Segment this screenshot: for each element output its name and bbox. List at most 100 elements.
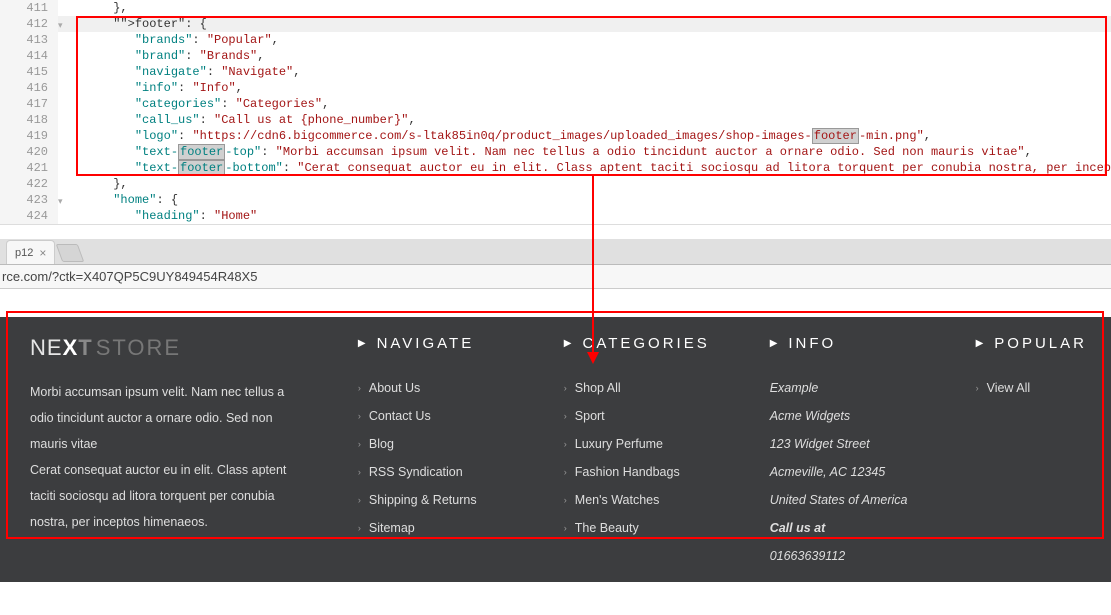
- code-content[interactable]: "text-footer-bottom": "Cerat consequat a…: [70, 160, 1111, 176]
- line-number: 415: [0, 64, 58, 80]
- code-line[interactable]: 423▾ "home": {: [0, 192, 1111, 208]
- footer-link[interactable]: ›Fashion Handbags: [564, 458, 722, 486]
- code-line[interactable]: 420 "text-footer-top": "Morbi accumsan i…: [0, 144, 1111, 160]
- line-number: 417: [0, 96, 58, 112]
- new-tab-button[interactable]: [56, 244, 85, 262]
- footer-link[interactable]: ›Sport: [564, 402, 722, 430]
- chevron-right-icon: ›: [358, 458, 361, 486]
- chevron-right-icon: ›: [564, 402, 567, 430]
- code-content[interactable]: },: [70, 0, 1111, 16]
- code-content[interactable]: "brands": "Popular",: [70, 32, 1111, 48]
- code-line[interactable]: 415 "navigate": "Navigate",: [0, 64, 1111, 80]
- code-content[interactable]: "home": {: [70, 192, 1111, 208]
- footer-heading-navigate[interactable]: ▶Navigate: [358, 335, 516, 352]
- code-line[interactable]: 419 "logo": "https://cdn6.bigcommerce.co…: [0, 128, 1111, 144]
- close-icon[interactable]: ×: [39, 246, 46, 260]
- fold-toggle: [58, 34, 70, 50]
- footer-link[interactable]: ›Shop All: [564, 374, 722, 402]
- line-number: 422: [0, 176, 58, 192]
- footer-col-brand: NEXT STORE Morbi accumsan ipsum velit. N…: [0, 335, 334, 570]
- chevron-right-icon: ▶: [358, 338, 369, 349]
- code-content[interactable]: "">footer": {: [70, 16, 1111, 32]
- line-number: 414: [0, 48, 58, 64]
- fold-toggle[interactable]: ▾: [58, 194, 70, 210]
- footer-link[interactable]: ›Contact Us: [358, 402, 516, 430]
- code-content[interactable]: "logo": "https://cdn6.bigcommerce.com/s-…: [70, 128, 1111, 144]
- footer-heading-info[interactable]: ▶Info: [770, 335, 928, 352]
- info-line: Acme Widgets: [770, 402, 928, 430]
- footer-text-top: Morbi accumsan ipsum velit. Nam nec tell…: [30, 379, 310, 457]
- footer-text-bottom: Cerat consequat auctor eu in elit. Class…: [30, 457, 310, 535]
- code-line[interactable]: 418 "call_us": "Call us at {phone_number…: [0, 112, 1111, 128]
- code-line[interactable]: 421 "text-footer-bottom": "Cerat consequ…: [0, 160, 1111, 176]
- footer-logo: NEXT STORE: [30, 335, 310, 361]
- code-line[interactable]: 414 "brand": "Brands",: [0, 48, 1111, 64]
- code-line[interactable]: 424 "heading": "Home": [0, 208, 1111, 224]
- footer-link[interactable]: ›Sitemap: [358, 514, 516, 542]
- line-number: 423: [0, 192, 58, 208]
- fold-toggle: [58, 66, 70, 82]
- line-number: 420: [0, 144, 58, 160]
- code-line[interactable]: 411 },: [0, 0, 1111, 16]
- footer-link[interactable]: ›Men's Watches: [564, 486, 722, 514]
- url-text: rce.com/?ctk=X407QP5C9UY849454R48X5: [0, 269, 1111, 284]
- footer-link[interactable]: ›Luxury Perfume: [564, 430, 722, 458]
- fold-toggle: [58, 146, 70, 162]
- line-number: 421: [0, 160, 58, 176]
- fold-toggle[interactable]: ▾: [58, 18, 70, 34]
- line-number: 411: [0, 0, 58, 16]
- fold-toggle: [58, 2, 70, 18]
- fold-toggle: [58, 178, 70, 194]
- line-number: 416: [0, 80, 58, 96]
- footer-col-categories: ▶Categories ›Shop All›Sport›Luxury Perfu…: [540, 335, 746, 570]
- chevron-right-icon: ›: [564, 458, 567, 486]
- footer-link[interactable]: ›Blog: [358, 430, 516, 458]
- site-footer: NEXT STORE Morbi accumsan ipsum velit. N…: [0, 317, 1111, 582]
- code-content[interactable]: },: [70, 176, 1111, 192]
- code-editor[interactable]: 411 },412▾ "">footer": {413 "brands": "P…: [0, 0, 1111, 225]
- browser-tab-strip: p12 ×: [0, 239, 1111, 265]
- code-content[interactable]: "call_us": "Call us at {phone_number}",: [70, 112, 1111, 128]
- footer-link[interactable]: ›View All: [976, 374, 1087, 402]
- fold-toggle: [58, 210, 70, 226]
- info-line: Acmeville, AC 12345: [770, 458, 928, 486]
- fold-toggle: [58, 50, 70, 66]
- chevron-right-icon: ›: [358, 430, 361, 458]
- chevron-right-icon: ›: [564, 514, 567, 542]
- code-content[interactable]: "brand": "Brands",: [70, 48, 1111, 64]
- code-content[interactable]: "heading": "Home": [70, 208, 1111, 224]
- footer-heading-popular[interactable]: ▶Popular: [976, 335, 1087, 352]
- fold-toggle: [58, 114, 70, 130]
- footer-link[interactable]: ›Shipping & Returns: [358, 486, 516, 514]
- code-line[interactable]: 417 "categories": "Categories",: [0, 96, 1111, 112]
- code-content[interactable]: "navigate": "Navigate",: [70, 64, 1111, 80]
- code-line[interactable]: 416 "info": "Info",: [0, 80, 1111, 96]
- footer-link[interactable]: ›About Us: [358, 374, 516, 402]
- url-bar[interactable]: rce.com/?ctk=X407QP5C9UY849454R48X5: [0, 265, 1111, 289]
- footer-link[interactable]: ›The Beauty: [564, 514, 722, 542]
- footer-col-popular: ▶Popular ›View All: [952, 335, 1111, 570]
- line-number: 412: [0, 16, 58, 32]
- code-line[interactable]: 422 },: [0, 176, 1111, 192]
- code-content[interactable]: "categories": "Categories",: [70, 96, 1111, 112]
- line-number: 424: [0, 208, 58, 224]
- chevron-right-icon: ▶: [976, 338, 987, 349]
- code-content[interactable]: "info": "Info",: [70, 80, 1111, 96]
- footer-link[interactable]: ›RSS Syndication: [358, 458, 516, 486]
- footer-col-navigate: ▶Navigate ›About Us›Contact Us›Blog›RSS …: [334, 335, 540, 570]
- browser-tab[interactable]: p12 ×: [6, 240, 55, 264]
- chevron-right-icon: ›: [358, 402, 361, 430]
- line-number: 413: [0, 32, 58, 48]
- info-line: United States of America Call us at: [770, 486, 928, 542]
- footer-col-info: ▶Info ExampleAcme Widgets123 Widget Stre…: [746, 335, 952, 570]
- footer-heading-categories[interactable]: ▶Categories: [564, 335, 722, 352]
- code-line[interactable]: 413 "brands": "Popular",: [0, 32, 1111, 48]
- chevron-right-icon: ›: [976, 374, 979, 402]
- code-line[interactable]: 412▾ "">footer": {: [0, 16, 1111, 32]
- fold-toggle: [58, 162, 70, 178]
- code-content[interactable]: "text-footer-top": "Morbi accumsan ipsum…: [70, 144, 1111, 160]
- chevron-right-icon: ▶: [564, 338, 575, 349]
- info-line: 123 Widget Street: [770, 430, 928, 458]
- chevron-right-icon: ›: [358, 514, 361, 542]
- info-phone: 01663639112: [770, 542, 928, 570]
